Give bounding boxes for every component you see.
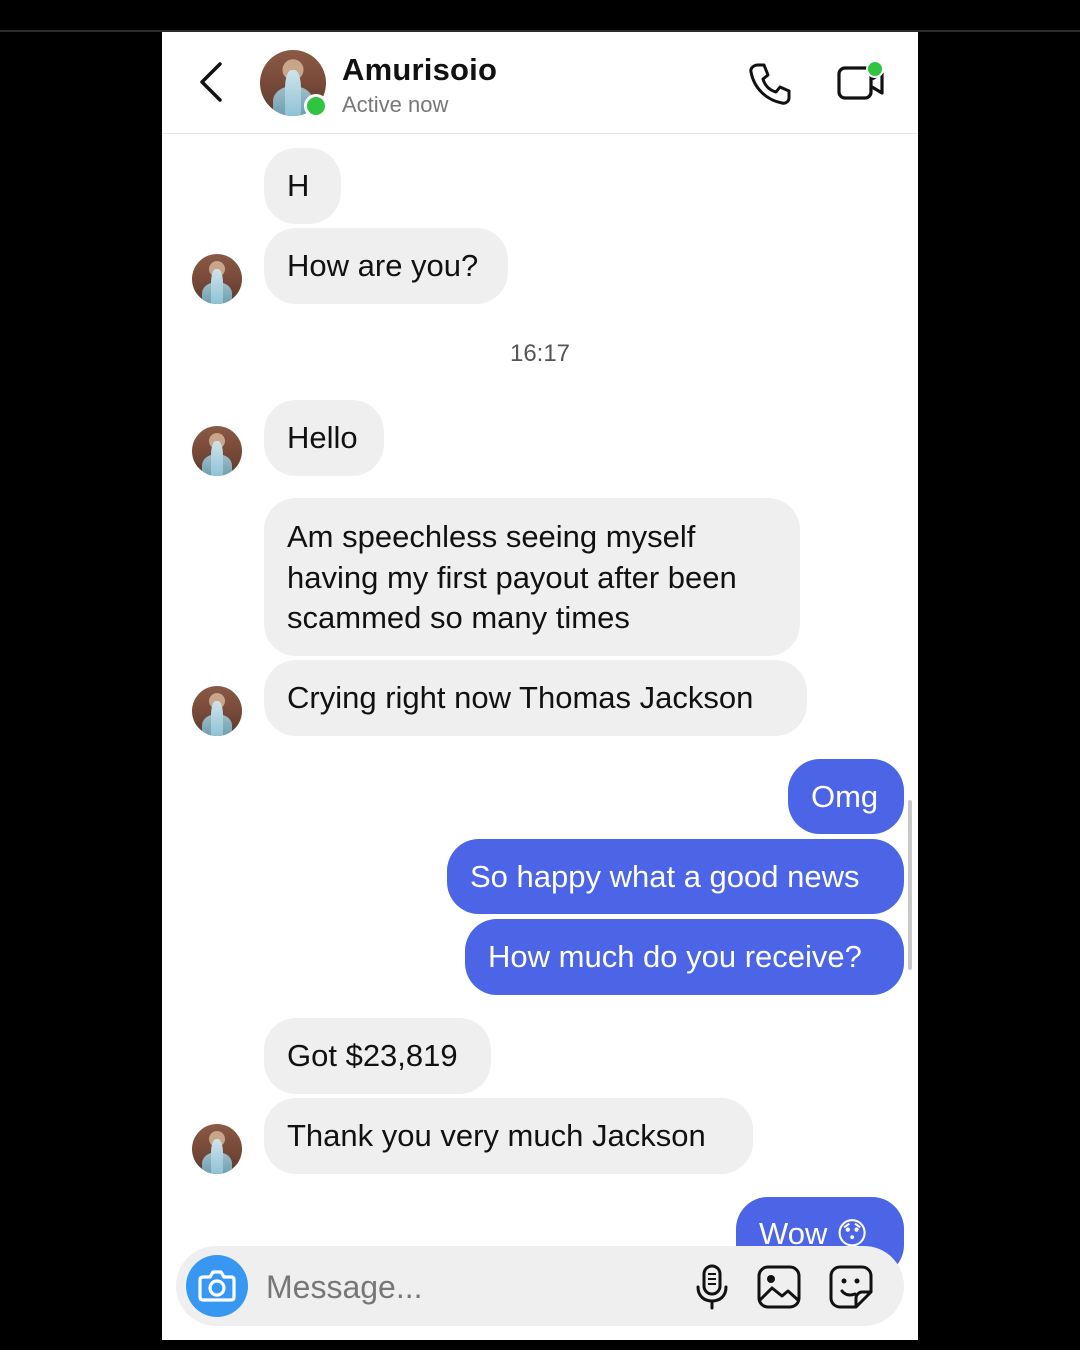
sender-avatar[interactable]	[192, 1124, 242, 1174]
contact-status: Active now	[342, 92, 449, 117]
sender-avatar[interactable]	[192, 254, 242, 304]
sender-avatar[interactable]	[192, 426, 242, 476]
message-bubble-outgoing[interactable]: So happy what a good news	[447, 839, 904, 914]
message-bubble-incoming[interactable]: Crying right now Thomas Jackson	[264, 660, 807, 736]
message-bubble-outgoing[interactable]: Omg	[788, 759, 904, 834]
back-arrow-icon[interactable]	[196, 60, 226, 104]
camera-icon	[198, 1270, 236, 1302]
message-bubble-incoming[interactable]: Thank you very much Jackson	[264, 1098, 753, 1174]
video-online-dot	[866, 60, 884, 78]
chat-header: Amurisoio Active now	[162, 32, 918, 134]
online-indicator	[304, 94, 328, 118]
scrollbar[interactable]	[908, 800, 912, 970]
message-bubble-incoming[interactable]: How are you?	[264, 228, 508, 304]
sticker-icon[interactable]	[828, 1264, 874, 1310]
message-bubble-incoming[interactable]: H	[264, 148, 341, 224]
message-bubble-incoming[interactable]: Hello	[264, 400, 384, 476]
sender-avatar[interactable]	[192, 686, 242, 736]
contact-name[interactable]: Amurisoio	[342, 52, 497, 88]
message-bubble-incoming[interactable]: Am speechless seeing myself having my fi…	[264, 498, 800, 656]
camera-button[interactable]	[186, 1255, 248, 1317]
message-timestamp: 16:17	[509, 340, 571, 367]
chat-screen: Amurisoio Active now H How are you? 16:1…	[162, 32, 918, 1340]
message-bubble-incoming[interactable]: Got $23,819	[264, 1018, 491, 1094]
gallery-icon[interactable]	[756, 1264, 802, 1310]
microphone-icon[interactable]	[692, 1263, 732, 1311]
message-bubble-outgoing[interactable]: How much do you receive?	[465, 919, 904, 995]
message-composer	[176, 1246, 904, 1326]
phone-icon[interactable]	[746, 60, 794, 108]
message-input[interactable]	[264, 1264, 668, 1310]
